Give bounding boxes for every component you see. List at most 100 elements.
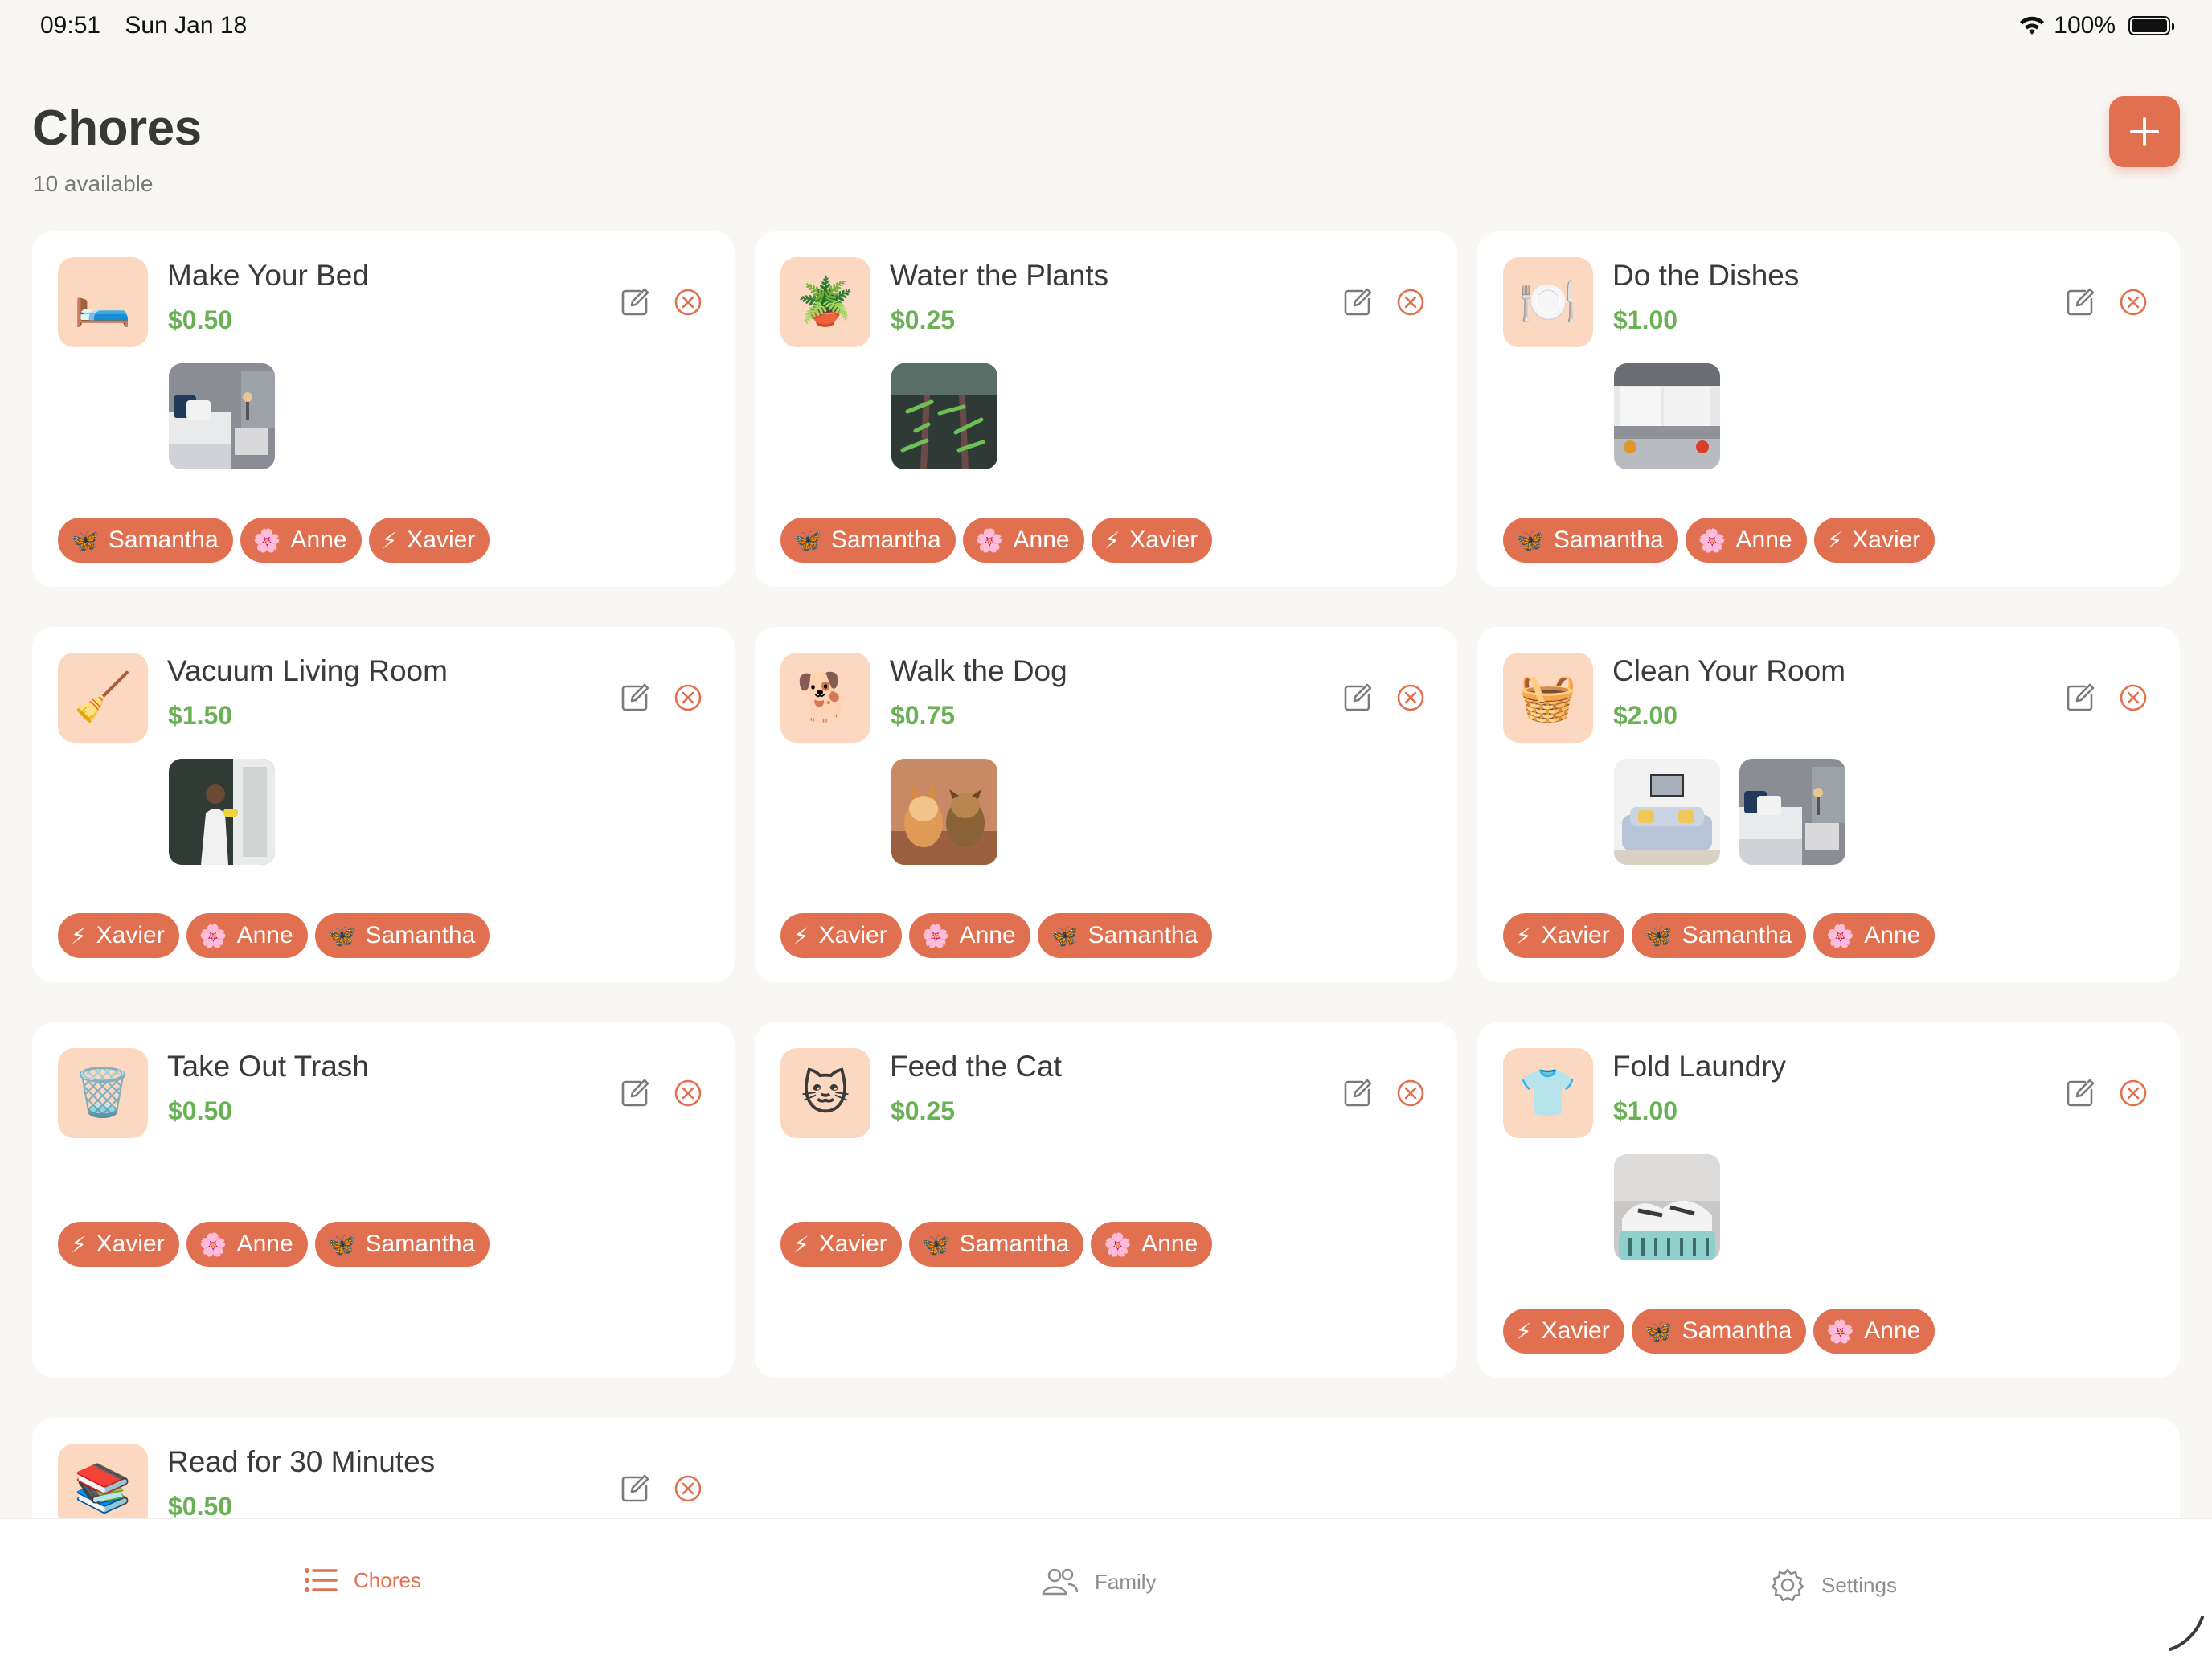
plus-icon: [2130, 117, 2159, 146]
assignee-chip[interactable]: 🦋 Samantha: [314, 1222, 490, 1267]
tab-chores[interactable]: Chores: [304, 1567, 421, 1593]
assignee-chip[interactable]: 🌸 Anne: [1813, 1309, 1936, 1354]
assignee-chip[interactable]: ⚡ Xavier: [1503, 1309, 1624, 1354]
chore-card[interactable]: 🧹 Vacuum Living Room $1.50 ⚡ Xavier 🌸 Anne 🦋 Sam…: [32, 627, 735, 982]
assignee-chip[interactable]: 🌸 Anne: [186, 1222, 308, 1267]
edit-icon[interactable]: [2064, 1077, 2096, 1109]
assignee-name: Samantha: [365, 922, 476, 948]
assignee-chip[interactable]: ⚡ Xavier: [780, 1222, 902, 1267]
assignee-name: Samantha: [959, 1231, 1070, 1257]
assignee-chip[interactable]: ⚡ Xavier: [1813, 518, 1936, 563]
assignee-chip[interactable]: 🦋 Samantha: [780, 518, 956, 563]
edit-icon[interactable]: [2064, 682, 2096, 714]
chore-title: Feed the Cat: [890, 1050, 1062, 1083]
chore-card[interactable]: 🍽️ Do the Dishes $1.00 🦋 Samantha 🌸 Anne ⚡ Xavie…: [1477, 231, 2180, 587]
assignee-chip[interactable]: ⚡ Xavier: [780, 913, 902, 958]
chore-title: Take Out Trash: [167, 1050, 369, 1083]
chore-photo[interactable]: [1614, 363, 1720, 469]
delete-icon[interactable]: [1395, 1077, 1427, 1109]
tab-settings-label: Settings: [1821, 1572, 1897, 1597]
assignee-chip[interactable]: 🌸 Anne: [186, 913, 308, 958]
assignee-chip[interactable]: 🦋 Samantha: [1037, 913, 1213, 958]
edit-icon[interactable]: [1342, 682, 1374, 714]
assignee-emoji: 🦋: [1516, 527, 1544, 553]
assignee-chip[interactable]: 🌸 Anne: [908, 913, 1030, 958]
chore-card[interactable]: 🗑️ Take Out Trash $0.50 ⚡ Xavier 🌸 Anne 🦋 Samant…: [32, 1022, 735, 1378]
delete-icon[interactable]: [1395, 286, 1427, 318]
edit-icon[interactable]: [619, 682, 651, 714]
tab-family[interactable]: Family: [1042, 1567, 1157, 1596]
assignee-chip[interactable]: 🦋 Samantha: [908, 1222, 1084, 1267]
assignee-chip[interactable]: 🌸 Anne: [1685, 518, 1807, 563]
assignee-emoji: 🌸: [921, 923, 950, 948]
chore-photo[interactable]: [891, 363, 997, 469]
assignee-chip[interactable]: 🦋 Samantha: [1503, 518, 1678, 563]
assignee-emoji: 🌸: [199, 1231, 227, 1257]
assignee-name: Samantha: [365, 1231, 476, 1257]
assignee-chip[interactable]: 🌸 Anne: [1091, 1222, 1213, 1267]
add-chore-button[interactable]: [2109, 96, 2180, 167]
chore-card[interactable]: 🐕 Walk the Dog $0.75 ⚡ Xavier 🌸 Anne 🦋 Samantha: [755, 627, 1457, 982]
edit-icon[interactable]: [619, 1473, 651, 1505]
assignee-name: Samantha: [830, 526, 941, 553]
tab-chores-label: Chores: [354, 1567, 421, 1592]
assignee-name: Anne: [1864, 1317, 1921, 1344]
assignee-chip[interactable]: ⚡ Xavier: [1503, 913, 1624, 958]
delete-icon[interactable]: [672, 1077, 704, 1109]
delete-icon[interactable]: [672, 286, 704, 318]
chore-photo[interactable]: [1614, 1154, 1720, 1260]
assignee-emoji: 🌸: [975, 527, 1004, 553]
chore-card[interactable]: 👕 Fold Laundry $1.00 ⚡ Xavier 🦋 Samantha 🌸 Anne: [1477, 1022, 2180, 1378]
chore-photo[interactable]: [1614, 759, 1720, 865]
chore-emoji-icon: 🪴: [780, 257, 870, 347]
tab-family-label: Family: [1095, 1569, 1157, 1594]
assignee-chip[interactable]: 🦋 Samantha: [1631, 913, 1807, 958]
edit-icon[interactable]: [619, 286, 651, 318]
assignee-emoji: 🦋: [327, 1231, 356, 1257]
assignee-chip[interactable]: 🌸 Anne: [962, 518, 1084, 563]
chore-photo[interactable]: [1739, 759, 1845, 865]
assignee-name: Xavier: [1129, 526, 1198, 553]
assignee-chip[interactable]: 🦋 Samantha: [314, 913, 490, 958]
chore-photo[interactable]: [169, 363, 275, 469]
assignee-emoji: ⚡: [1516, 1318, 1532, 1344]
edit-icon[interactable]: [1342, 1077, 1374, 1109]
chore-card[interactable]: 🪴 Water the Plants $0.25 🦋 Samantha 🌸 Anne ⚡ Xav…: [755, 231, 1457, 587]
assignee-chip[interactable]: 🦋 Samantha: [1631, 1309, 1807, 1354]
tab-settings[interactable]: Settings: [1770, 1567, 1897, 1603]
delete-icon[interactable]: [2117, 682, 2149, 714]
list-icon: [305, 1568, 338, 1592]
delete-icon[interactable]: [672, 682, 704, 714]
assignee-chip[interactable]: ⚡ Xavier: [58, 913, 179, 958]
assignee-chips: ⚡ Xavier 🦋 Samantha 🌸 Anne: [1503, 1309, 1936, 1354]
chore-title: Water the Plants: [890, 259, 1109, 292]
chore-price: $1.00: [1613, 1096, 1678, 1125]
chore-card[interactable]: 🐱 Feed the Cat $0.25 ⚡ Xavier 🦋 Samantha 🌸 Anne: [755, 1022, 1457, 1378]
assignee-chip[interactable]: 🌸 Anne: [1813, 913, 1936, 958]
delete-icon[interactable]: [1395, 682, 1427, 714]
edit-icon[interactable]: [2064, 286, 2096, 318]
chore-photos: [891, 363, 997, 469]
chore-grid: 🛏️ Make Your Bed $0.50 🦋 Samantha 🌸 Anne ⚡ Xavie…: [32, 231, 2180, 1579]
assignee-chip[interactable]: ⚡ Xavier: [58, 1222, 179, 1267]
assignee-name: Xavier: [407, 526, 476, 553]
assignee-chip[interactable]: 🌸 Anne: [240, 518, 362, 563]
assignee-emoji: ⚡: [71, 923, 87, 948]
page-title: Chores: [32, 100, 202, 156]
delete-icon[interactable]: [2117, 1077, 2149, 1109]
chore-card[interactable]: 🧺 Clean Your Room $2.00 ⚡ Xavier 🦋 Samantha 🌸 An…: [1477, 627, 2180, 982]
edit-icon[interactable]: [619, 1077, 651, 1109]
edit-icon[interactable]: [1342, 286, 1374, 318]
assignee-emoji: ⚡: [1104, 527, 1120, 553]
assignee-emoji: 🦋: [1644, 923, 1673, 948]
assignee-emoji: 🌸: [199, 923, 227, 948]
chore-photo[interactable]: [169, 759, 275, 865]
assignee-chip[interactable]: ⚡ Xavier: [1091, 518, 1213, 563]
assignee-chip[interactable]: 🦋 Samantha: [58, 518, 233, 563]
delete-icon[interactable]: [2117, 286, 2149, 318]
chore-card[interactable]: 🛏️ Make Your Bed $0.50 🦋 Samantha 🌸 Anne ⚡ Xavie…: [32, 231, 735, 587]
delete-icon[interactable]: [672, 1473, 704, 1505]
chore-photo[interactable]: [891, 759, 997, 865]
assignee-chip[interactable]: ⚡ Xavier: [368, 518, 490, 563]
chore-title: Make Your Bed: [167, 259, 369, 292]
